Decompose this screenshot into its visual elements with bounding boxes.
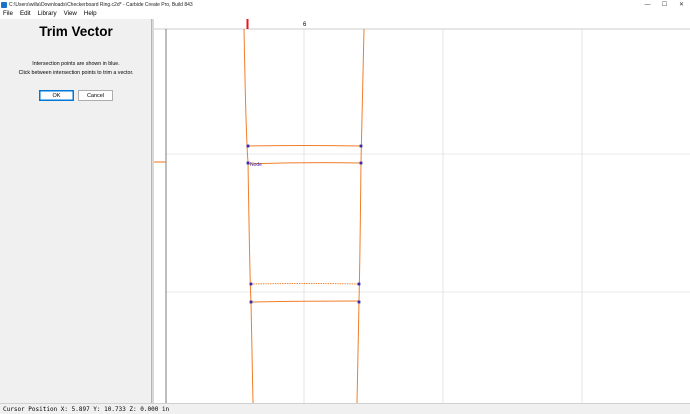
node-tooltip: Node (250, 162, 262, 168)
top-ruler (154, 19, 690, 29)
node-8[interactable] (357, 300, 361, 304)
menu-help[interactable]: Help (84, 9, 97, 19)
close-button[interactable]: ✕ (673, 0, 690, 9)
title-bar: C:\Users\willa\Downloads\Checkerboard Ri… (0, 0, 690, 9)
node-2[interactable] (359, 144, 363, 148)
node-6[interactable] (357, 282, 361, 286)
node-3[interactable] (246, 161, 250, 165)
app-icon (1, 1, 7, 8)
vector-left-rail[interactable] (243, 28, 254, 403)
window-title: C:\Users\willa\Downloads\Checkerboard Ri… (9, 1, 193, 8)
minimize-button[interactable]: — (639, 0, 656, 9)
vector-crossbar-1[interactable] (247, 145, 362, 147)
menu-file[interactable]: File (3, 9, 13, 19)
panel-instruction-2: Click between intersection points to tri… (18, 70, 134, 76)
menu-bar: File Edit Library View Help (0, 9, 690, 19)
menu-view[interactable]: View (64, 9, 77, 19)
vector-right-rail[interactable] (356, 28, 365, 403)
ruler-cursor-marker (246, 19, 249, 29)
canvas-grid (166, 29, 690, 403)
maximize-button[interactable]: ☐ (656, 0, 673, 9)
menu-edit[interactable]: Edit (20, 9, 31, 19)
cursor-position-readout: Cursor Position X: 5.897 Y: 10.733 Z: 0.… (3, 405, 170, 413)
design-canvas[interactable]: 6 Node (154, 19, 690, 403)
node-5[interactable] (249, 282, 253, 286)
ok-button[interactable]: OK (39, 90, 74, 101)
window-controls: — ☐ ✕ (639, 0, 690, 9)
intersection-nodes[interactable] (246, 144, 363, 304)
node-1[interactable] (246, 144, 250, 148)
node-7[interactable] (249, 300, 253, 304)
canvas-drawing[interactable]: 6 Node (154, 19, 690, 403)
vector-crossbar-4[interactable] (250, 300, 360, 303)
vector-crossbar-3[interactable] (250, 283, 360, 285)
vector-crossbar-2[interactable] (247, 162, 362, 165)
panel-instruction-1: Intersection points are shown in blue. (32, 61, 120, 67)
node-4[interactable] (359, 161, 363, 165)
menu-library[interactable]: Library (38, 9, 57, 19)
cancel-button[interactable]: Cancel (78, 90, 113, 101)
status-bar: Cursor Position X: 5.897 Y: 10.733 Z: 0.… (0, 403, 690, 414)
panel-title: Trim Vector (39, 24, 113, 39)
trim-vector-panel: Trim Vector Intersection points are show… (0, 19, 152, 403)
